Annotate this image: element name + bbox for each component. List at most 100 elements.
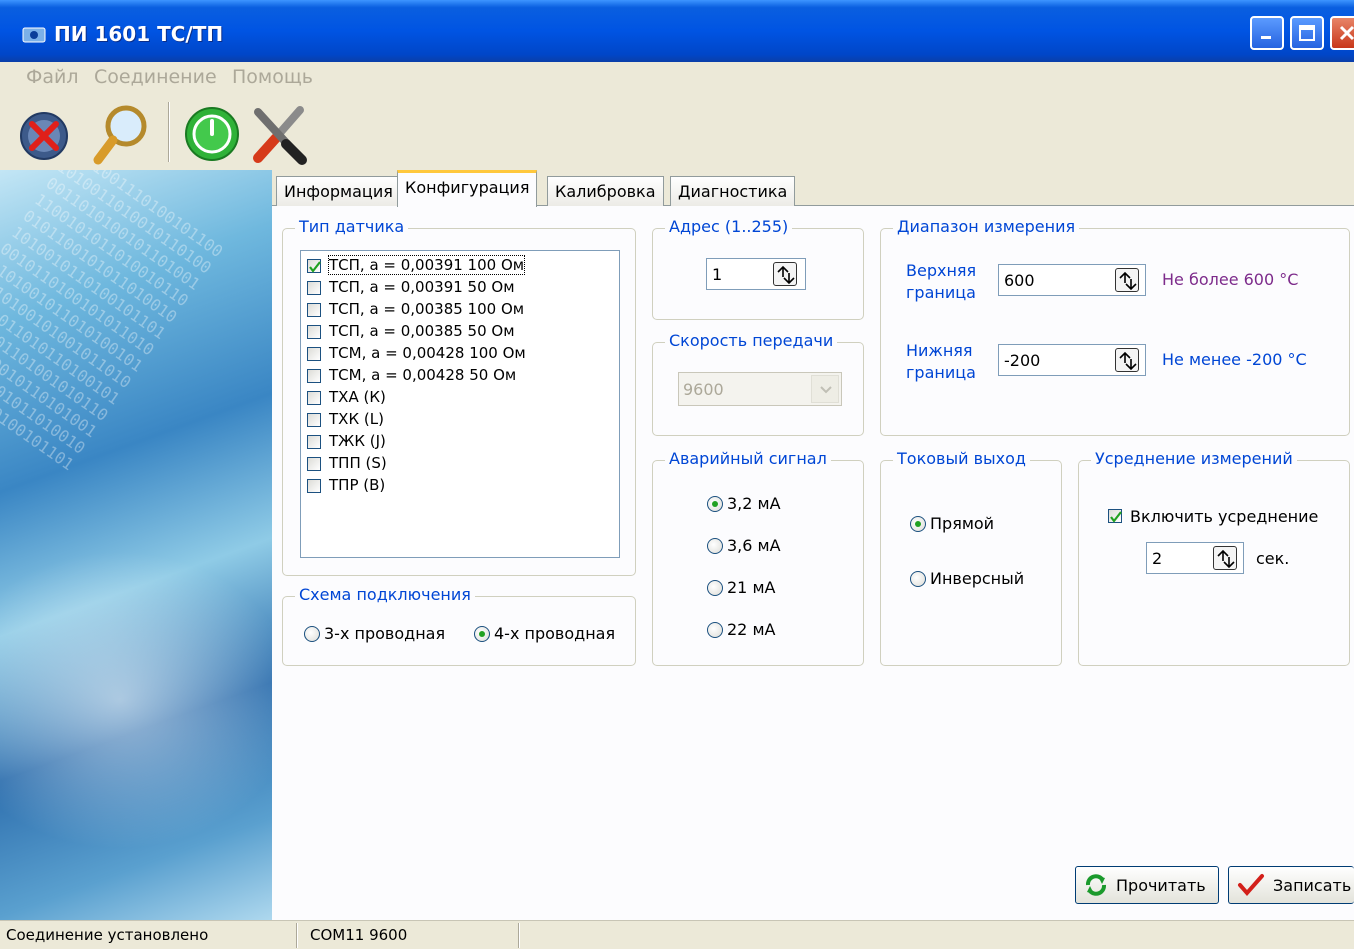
- current-output-group: Токовый выход: [880, 449, 1062, 666]
- averaging-spinbox[interactable]: 2: [1146, 542, 1244, 574]
- radio-selected-dot: [712, 501, 718, 507]
- side-banner-image: 0101001110100101100 1010011010010110100 …: [0, 170, 272, 920]
- lower-bound-spinbox[interactable]: -200: [998, 344, 1146, 376]
- wiring-4wire-label[interactable]: 4-х проводная: [494, 624, 615, 643]
- lower-bound-hint: Не менее -200 °С: [1162, 350, 1307, 369]
- alarm-22ma-radio[interactable]: [707, 622, 723, 638]
- baud-rate-select: 9600: [678, 372, 842, 406]
- alarm-21ma-label[interactable]: 21 мА: [727, 578, 775, 597]
- checkbox[interactable]: [307, 435, 321, 449]
- radio-selected-dot: [479, 631, 485, 637]
- refresh-icon: [1086, 874, 1106, 896]
- sensor-item-label: ТСП, a = 0,00385 50 Ом: [329, 322, 515, 340]
- averaging-enable-checkbox[interactable]: [1108, 509, 1122, 523]
- lower-bound-value: -200: [1004, 351, 1041, 370]
- wiring-3wire-label[interactable]: 3-х проводная: [324, 624, 445, 643]
- minimize-button[interactable]: [1250, 16, 1284, 50]
- address-spin-button[interactable]: [773, 262, 797, 286]
- lower-bound-spin-button[interactable]: [1115, 348, 1139, 372]
- checkbox[interactable]: [307, 325, 321, 339]
- upper-bound-hint: Не более 600 °С: [1162, 270, 1299, 289]
- binary-pattern: 0101001110100101100 1010011010010110100 …: [0, 170, 227, 475]
- sensor-item-label: ТСМ, a = 0,00428 50 Ом: [329, 366, 517, 384]
- write-button-label: Записать: [1273, 876, 1352, 895]
- averaging-enable-label[interactable]: Включить усреднение: [1130, 507, 1318, 526]
- sensor-item-label: ТСМ, a = 0,00428 100 Ом: [329, 344, 526, 362]
- wiring-4wire-radio[interactable]: [474, 626, 490, 642]
- tab-configuration[interactable]: Конфигурация: [397, 170, 538, 207]
- menu-help[interactable]: Помощь: [232, 66, 313, 88]
- upper-bound-spin-button[interactable]: [1115, 268, 1139, 292]
- address-spinbox[interactable]: 1: [706, 258, 806, 290]
- upper-bound-label-line1: Верхняя: [906, 261, 977, 280]
- read-button[interactable]: Прочитать: [1075, 866, 1219, 904]
- output-inverse-label[interactable]: Инверсный: [930, 569, 1024, 588]
- disconnect-icon: [20, 112, 68, 160]
- title-bar[interactable]: ПИ 1601 ТС/ТП: [0, 0, 1354, 62]
- sensor-item-label: ТПР (В): [329, 476, 386, 494]
- sensor-item-label: ТЖК (J): [329, 432, 386, 450]
- menu-file[interactable]: Файл: [26, 66, 79, 88]
- sensor-item-label: ТХК (L): [329, 410, 384, 428]
- window-title: ПИ 1601 ТС/ТП: [54, 22, 224, 46]
- checkbox[interactable]: [307, 303, 321, 317]
- checkbox[interactable]: [307, 369, 321, 383]
- minimize-icon: [1261, 36, 1271, 39]
- checkbox[interactable]: [307, 457, 321, 471]
- sensor-type-list[interactable]: ТСП, a = 0,00391 100 Ом ТСП, a = 0,00391…: [300, 250, 620, 558]
- menu-connection[interactable]: Соединение: [94, 66, 217, 88]
- sensor-item-label: ТСП, a = 0,00385 100 Ом: [329, 300, 525, 318]
- read-button-label: Прочитать: [1116, 876, 1206, 895]
- upper-bound-value: 600: [1004, 271, 1035, 290]
- address-title: Адрес (1..255): [665, 217, 793, 236]
- search-button[interactable]: [88, 94, 154, 170]
- checkmark-icon: [309, 261, 321, 273]
- alarm-3-6ma-label[interactable]: 3,6 мА: [727, 536, 781, 555]
- output-inverse-radio[interactable]: [910, 571, 926, 587]
- tab-diagnostics[interactable]: Диагностика: [670, 176, 796, 206]
- app-icon: [22, 27, 46, 43]
- lower-bound-label-line1: Нижняя: [906, 341, 973, 360]
- spin-arrows-icon: [1119, 351, 1137, 371]
- averaging-value: 2: [1152, 549, 1163, 568]
- output-direct-label[interactable]: Прямой: [930, 514, 994, 533]
- alarm-22ma-label[interactable]: 22 мА: [727, 620, 775, 639]
- search-icon: [93, 105, 147, 165]
- baud-rate-value: 9600: [683, 380, 724, 399]
- upper-bound-spinbox[interactable]: 600: [998, 264, 1146, 296]
- averaging-spin-button[interactable]: [1213, 546, 1237, 570]
- alarm-3-6ma-radio[interactable]: [707, 538, 723, 554]
- power-button[interactable]: [180, 94, 246, 170]
- wiring-scheme-title: Схема подключения: [295, 585, 475, 604]
- settings-button[interactable]: [246, 94, 312, 170]
- close-button[interactable]: [1330, 16, 1354, 50]
- checkbox[interactable]: [307, 413, 321, 427]
- alarm-21ma-radio[interactable]: [707, 580, 723, 596]
- glow-effect: [0, 550, 272, 850]
- checkbox[interactable]: [307, 281, 321, 295]
- sensor-item-label: ТХА (К): [329, 388, 386, 406]
- checkbox[interactable]: [307, 391, 321, 405]
- alarm-3-2ma-label[interactable]: 3,2 мА: [727, 494, 781, 513]
- checkbox[interactable]: [307, 347, 321, 361]
- baud-rate-dropdown-button: [811, 375, 839, 403]
- spin-arrows-icon: [777, 265, 795, 285]
- wiring-3wire-radio[interactable]: [304, 626, 320, 642]
- port-status: COM11 9600: [310, 926, 408, 944]
- write-button[interactable]: Записать: [1228, 866, 1354, 904]
- upper-bound-label-line2: граница: [906, 283, 976, 302]
- output-direct-radio[interactable]: [910, 516, 926, 532]
- settings-tools-icon: [253, 106, 307, 165]
- status-separator: [296, 923, 298, 948]
- tab-information[interactable]: Информация: [276, 176, 401, 206]
- menu-bar: Файл Соединение Помощь: [0, 62, 1354, 92]
- status-separator: [518, 923, 520, 948]
- maximize-button[interactable]: [1290, 16, 1324, 50]
- checkbox[interactable]: [307, 259, 321, 273]
- disconnect-button[interactable]: [16, 94, 82, 170]
- alarm-3-2ma-radio[interactable]: [707, 496, 723, 512]
- tab-calibration[interactable]: Калибровка: [547, 176, 664, 206]
- checkbox[interactable]: [307, 479, 321, 493]
- close-icon: [1339, 25, 1354, 41]
- checkmark-icon: [1238, 874, 1264, 897]
